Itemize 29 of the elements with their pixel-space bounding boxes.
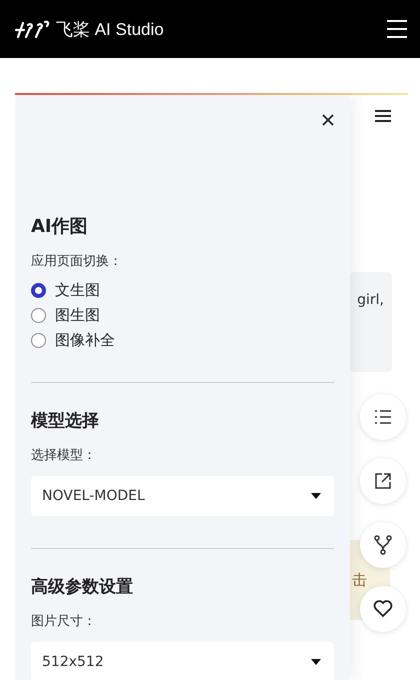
menu-icon[interactable] xyxy=(375,110,391,122)
list-icon xyxy=(375,410,391,424)
share-icon xyxy=(374,472,392,490)
logo-icon xyxy=(14,19,52,39)
radio-button[interactable] xyxy=(31,332,46,348)
radio-label: 文生图 xyxy=(55,280,100,300)
list-button[interactable] xyxy=(360,394,406,440)
like-button[interactable] xyxy=(360,586,406,632)
heart-icon xyxy=(373,600,393,618)
radio-button[interactable] xyxy=(31,308,46,322)
section-title: 模型选择 xyxy=(31,410,100,432)
caret-icon xyxy=(311,659,321,665)
panel-title: AI作图 xyxy=(31,215,89,238)
field-label: 选择模型： xyxy=(31,447,97,464)
radio-button[interactable] xyxy=(31,282,46,298)
close-icon[interactable] xyxy=(322,114,334,126)
fork-icon xyxy=(374,535,392,555)
select-dropdown[interactable]: NOVEL-MODEL xyxy=(31,476,334,516)
fork-button[interactable] xyxy=(360,522,406,568)
radio-label: 图像补全 xyxy=(55,330,115,350)
select-dropdown[interactable]: 512x512 xyxy=(31,642,334,680)
logo-text: 飞桨 AI Studio xyxy=(56,18,164,40)
share-button[interactable] xyxy=(360,458,406,504)
radio-label: 图生图 xyxy=(55,306,100,324)
section-title: 高级参数设置 xyxy=(31,576,134,598)
caret-icon xyxy=(311,493,321,499)
field-label: 应用页面切换： xyxy=(31,253,123,270)
prompt-field[interactable]: girl, xyxy=(350,272,392,372)
field-label: 图片尺寸： xyxy=(31,613,97,630)
